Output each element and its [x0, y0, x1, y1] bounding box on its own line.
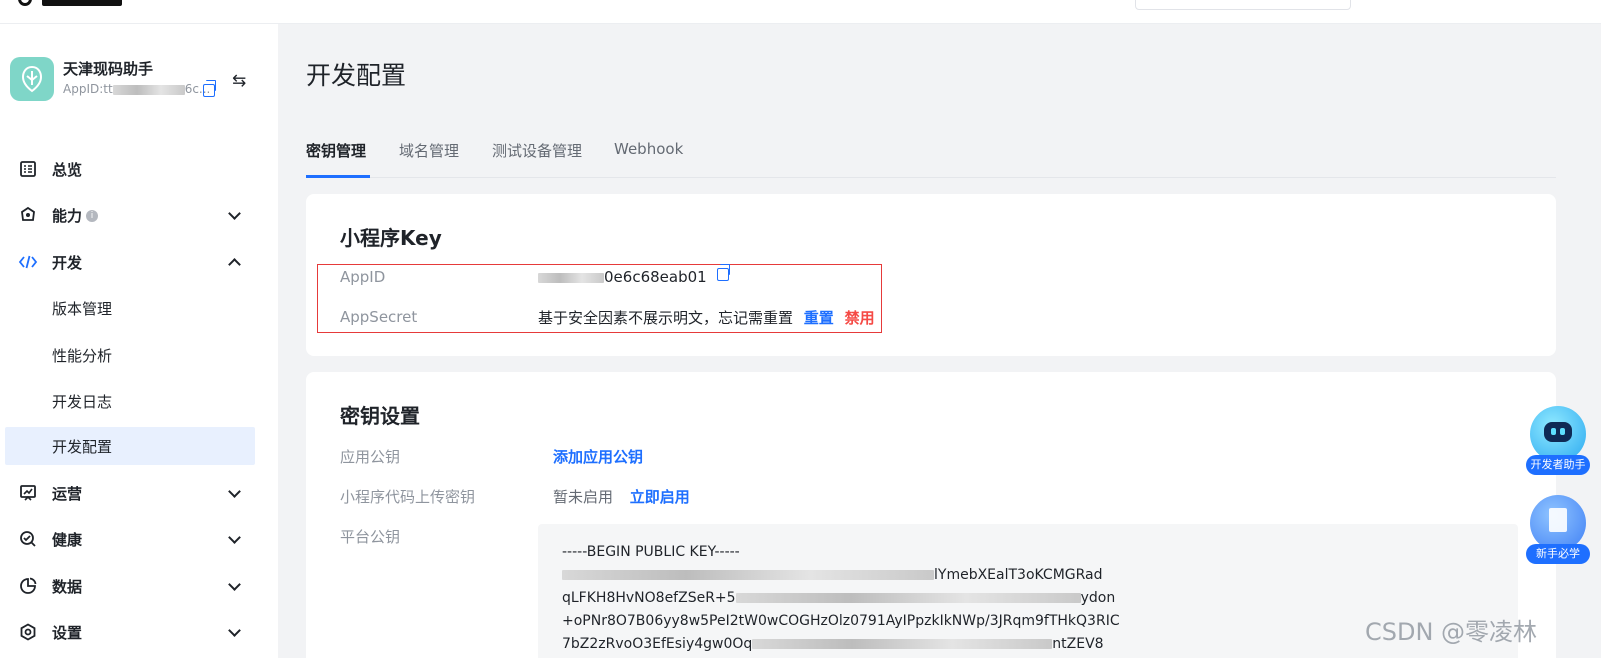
app-avatar-icon [10, 57, 54, 101]
chart-pie-icon [18, 576, 38, 596]
app-id-redacted [112, 84, 185, 95]
card-title: 小程序Key [340, 226, 442, 250]
tab-key-management[interactable]: 密钥管理 [306, 140, 366, 161]
logo-tag [42, 0, 122, 6]
appsecret-value: 基于安全因素不展示明文，忘记需重置 重置 禁用 [538, 307, 875, 328]
appsecret-label: AppSecret [340, 308, 418, 326]
sidebar-item-settings[interactable]: 设置 [0, 613, 278, 651]
key-line: lYmebXEalT3oKCMGRad [562, 567, 1103, 583]
logo-mark-icon [18, 0, 32, 6]
chevron-down-icon [228, 209, 240, 221]
sidebar-subitem-label: 开发配置 [52, 437, 113, 456]
app-card: 天津现码助手 AppID:tt 6c... ⇆ [10, 57, 270, 107]
tab-domain-management[interactable]: 域名管理 [399, 140, 459, 161]
chevron-down-icon [228, 580, 240, 592]
tab-webhook[interactable]: Webhook [614, 140, 683, 158]
watermark: CSDN @零凌林 [1365, 618, 1538, 646]
page-title: 开发配置 [306, 61, 407, 90]
dashboard-icon [18, 159, 38, 179]
chevron-down-icon [228, 533, 240, 545]
switch-app-icon[interactable]: ⇆ [232, 71, 246, 91]
sidebar-item-label: 总览 [52, 160, 83, 179]
active-tab-indicator [306, 175, 370, 178]
enable-upload-key-button[interactable]: 立即启用 [630, 488, 690, 506]
appid-value-suffix: 0e6c68eab01 [604, 268, 707, 286]
chevron-up-icon [228, 256, 240, 268]
sidebar-item-label: 运营 [52, 484, 83, 503]
top-bar [0, 0, 1601, 24]
key-line: +oPNr8O7B06yy8w5PeI2tW0wCOGHzOlz0791AyIP… [562, 613, 1120, 629]
app-pubkey-label: 应用公钥 [340, 448, 401, 466]
sidebar-subitem-label: 性能分析 [52, 346, 113, 365]
sidebar-subitem-label: 版本管理 [52, 299, 113, 318]
info-icon[interactable]: i [86, 210, 99, 222]
platform-pubkey-label: 平台公钥 [340, 528, 401, 546]
upload-key-label: 小程序代码上传密钥 [340, 488, 476, 506]
key-line: 7bZ2zRvoO3EfEsiy4gw0Oq ntZEV8 [562, 636, 1104, 652]
code-icon [18, 252, 38, 272]
sidebar-item-capability[interactable]: 能力 i [0, 196, 278, 234]
upload-key-value: 暂未启用 立即启用 [553, 486, 690, 507]
app-logo-icon [21, 65, 43, 93]
sidebar-item-label: 健康 [52, 530, 83, 549]
sidebar-item-label: 数据 [52, 577, 83, 596]
beginner-guide-button[interactable]: 新手必学 [1526, 495, 1590, 567]
sidebar: 天津现码助手 AppID:tt 6c... ⇆ 总览 能力 i 开发 版本管理 性能… [0, 24, 278, 658]
copy-appid-icon[interactable] [717, 264, 731, 281]
sidebar-subitem-performance[interactable]: 性能分析 [5, 336, 255, 374]
reset-secret-button[interactable]: 重置 [804, 309, 834, 327]
sidebar-subitem-dev-log[interactable]: 开发日志 [5, 382, 255, 420]
sidebar-item-develop[interactable]: 开发 [0, 243, 278, 281]
robot-icon [1530, 406, 1586, 462]
disable-secret-button[interactable]: 禁用 [845, 309, 875, 327]
sidebar-subitem-label: 开发日志 [52, 392, 113, 411]
capability-icon [18, 205, 38, 225]
settings-icon [18, 622, 38, 642]
platform-logo[interactable] [18, 0, 122, 6]
health-icon [18, 529, 38, 549]
mini-program-key-card: 小程序Key AppID 0e6c68eab01 AppSecret 基于安全因… [306, 194, 1556, 356]
card-title: 密钥设置 [340, 404, 420, 428]
appid-redacted [538, 272, 604, 283]
app-id-prefix: AppID:tt [63, 82, 113, 96]
upload-key-status: 暂未启用 [553, 488, 614, 506]
add-app-pubkey-button[interactable]: 添加应用公钥 [553, 446, 643, 467]
appid-value: 0e6c68eab01 [538, 264, 731, 286]
sidebar-item-health[interactable]: 健康 [0, 520, 278, 558]
sidebar-item-label: 开发 [52, 253, 83, 272]
key-line: -----BEGIN PUBLIC KEY----- [562, 544, 740, 560]
copy-appid-icon[interactable] [203, 80, 216, 97]
beginner-guide-label: 新手必学 [1526, 544, 1590, 564]
sidebar-item-operation[interactable]: 运营 [0, 474, 278, 512]
sidebar-item-label: 设置 [52, 623, 83, 642]
chevron-down-icon [228, 487, 240, 499]
sidebar-item-label: 能力 i [52, 205, 99, 226]
tab-bar: 密钥管理 域名管理 测试设备管理 Webhook [306, 136, 1556, 178]
appid-label: AppID [340, 268, 386, 286]
appsecret-hint: 基于安全因素不展示明文，忘记需重置 [538, 309, 794, 327]
key-line: qLFKH8HvNO8efZSeR+5 ydon [562, 590, 1116, 606]
book-icon [1530, 495, 1586, 551]
app-id: AppID:tt 6c... [63, 82, 210, 96]
sidebar-subitem-dev-config[interactable]: 开发配置 [5, 427, 255, 465]
developer-assistant-label: 开发者助手 [1526, 455, 1590, 475]
sidebar-item-data[interactable]: 数据 [0, 567, 278, 605]
sidebar-item-overview[interactable]: 总览 [0, 150, 278, 188]
sidebar-subitem-version[interactable]: 版本管理 [5, 289, 255, 327]
developer-assistant-button[interactable]: 开发者助手 [1526, 406, 1590, 478]
top-search-input[interactable] [1135, 0, 1351, 10]
tab-test-device-management[interactable]: 测试设备管理 [492, 140, 582, 161]
chevron-down-icon [228, 626, 240, 638]
operation-icon [18, 483, 38, 503]
main-content: 开发配置 密钥管理 域名管理 测试设备管理 Webhook 小程序Key App… [278, 24, 1601, 658]
app-name: 天津现码助手 [63, 60, 154, 78]
